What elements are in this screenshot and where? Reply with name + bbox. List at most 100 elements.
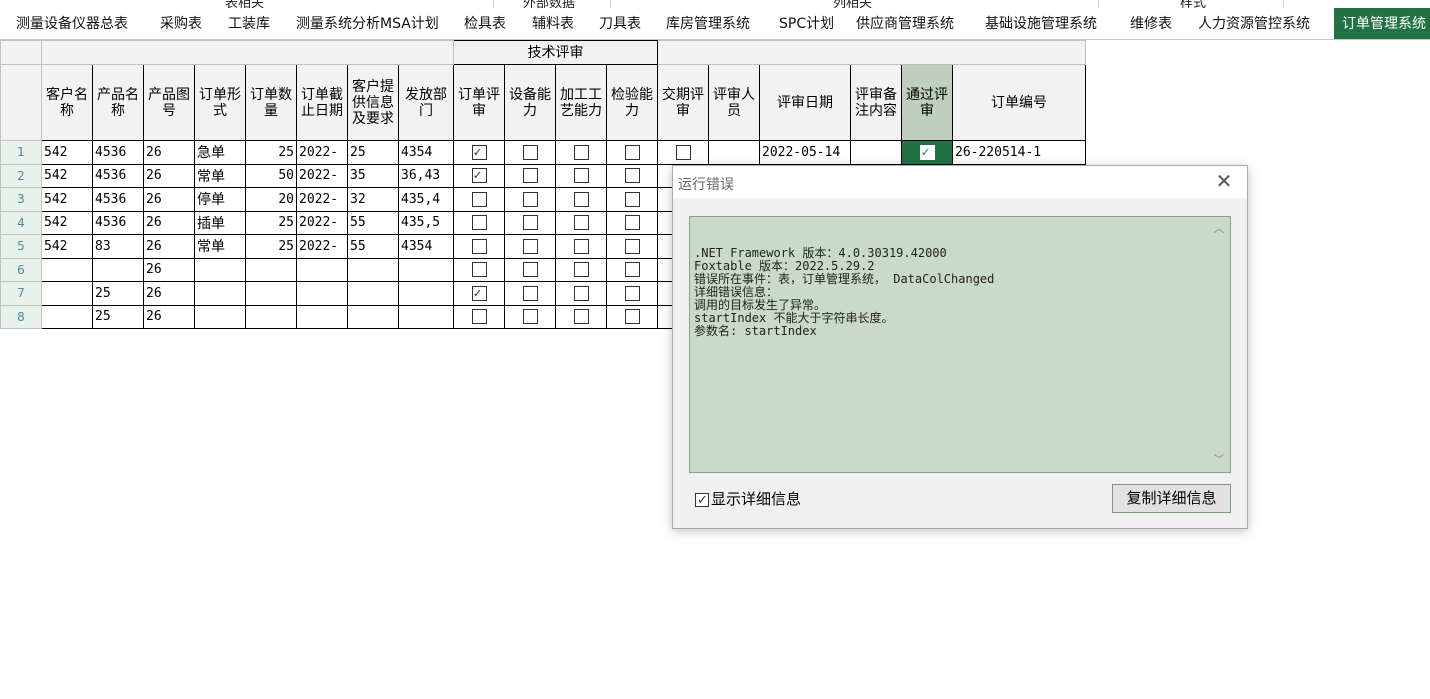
checkbox-icon[interactable] [695,492,709,507]
checkbox-icon[interactable] [471,309,487,325]
cell-equipment-capability[interactable] [504,304,556,329]
cell-order-form[interactable]: 停单 [194,187,246,212]
cell-product-name[interactable]: 4536 [92,210,144,235]
cell-order-form[interactable] [194,304,246,329]
checkbox-icon[interactable] [471,144,487,160]
col-header-process-capability[interactable]: 加工工艺能力 [555,64,607,141]
checkbox-icon[interactable] [624,144,640,160]
checkbox-icon[interactable] [522,309,538,325]
cell-order-qty[interactable]: 25 [245,234,297,259]
col-header-order-form[interactable]: 订单形式 [194,64,246,141]
cell-issue-dept[interactable]: 435,4 [398,187,454,212]
cell-order-qty[interactable] [245,304,297,329]
checkbox-icon[interactable] [573,168,589,184]
cell-product-name[interactable]: 4536 [92,140,144,165]
cell-order-form[interactable]: 常单 [194,163,246,188]
col-header-passed-review[interactable]: 通过评审 [901,64,953,141]
cell-issue-dept[interactable] [398,257,454,282]
cell-order-qty[interactable]: 50 [245,163,297,188]
cell-order-qty[interactable] [245,257,297,282]
cell-equipment-capability[interactable] [504,163,556,188]
cell-process-capability[interactable] [555,281,607,306]
checkbox-icon[interactable] [522,215,538,231]
cell-inspection-capability[interactable] [606,163,658,188]
cell-order-form[interactable] [194,281,246,306]
col-header-review-notes[interactable]: 评审备注内容 [850,64,902,141]
cell-issue-dept[interactable]: 36,43 [398,163,454,188]
checkbox-icon[interactable] [624,309,640,325]
checkbox-icon[interactable] [675,144,691,160]
cell-delivery-review[interactable] [657,140,709,165]
tab-fixture-library[interactable]: 工装库 [220,8,278,39]
row-number[interactable]: 2 [0,163,42,188]
cell-order-review[interactable] [453,210,505,235]
cell-equipment-capability[interactable] [504,281,556,306]
cell-order-review[interactable] [453,140,505,165]
tab-measuring-equipment[interactable]: 测量设备仪器总表 [8,8,136,39]
cell-order-review[interactable] [453,257,505,282]
scroll-down-icon[interactable]: ﹀ [1209,451,1229,469]
row-number[interactable]: 7 [0,281,42,306]
col-header-issue-dept[interactable]: 发放部门 [398,64,454,141]
cell-inspection-capability[interactable] [606,281,658,306]
cell-customer-info[interactable]: 55 [347,234,399,259]
checkbox-icon[interactable] [471,215,487,231]
cell-order-form[interactable]: 急单 [194,140,246,165]
cell-order-no[interactable]: 26-220514-1 [952,140,1086,165]
row-number[interactable]: 1 [0,140,42,165]
col-header-order-no[interactable]: 订单编号 [952,64,1086,141]
checkbox-icon[interactable] [471,238,487,254]
cell-order-form[interactable] [194,257,246,282]
cell-inspection-capability[interactable] [606,210,658,235]
checkbox-icon[interactable] [624,168,640,184]
checkbox-icon[interactable] [573,144,589,160]
cell-order-form[interactable]: 常单 [194,234,246,259]
cell-order-review[interactable] [453,304,505,329]
cell-order-deadline[interactable]: 2022- [296,140,348,165]
cell-product-drawing[interactable]: 26 [143,234,195,259]
cell-inspection-capability[interactable] [606,140,658,165]
cell-issue-dept[interactable] [398,304,454,329]
cell-product-drawing[interactable]: 26 [143,304,195,329]
cell-process-capability[interactable] [555,163,607,188]
cell-equipment-capability[interactable] [504,257,556,282]
cell-order-deadline[interactable] [296,304,348,329]
checkbox-icon[interactable] [522,238,538,254]
col-header-review-date[interactable]: 评审日期 [759,64,851,141]
cell-customer-name[interactable]: 542 [41,210,93,235]
cell-review-date[interactable]: 2022-05-14 [759,140,851,165]
cell-customer-info[interactable]: 55 [347,210,399,235]
cell-order-qty[interactable]: 25 [245,140,297,165]
checkbox-icon[interactable] [624,191,640,207]
copy-detail-button[interactable]: 复制详细信息 [1112,484,1231,513]
cell-process-capability[interactable] [555,140,607,165]
tab-warehouse[interactable]: 库房管理系统 [658,8,758,39]
cell-product-drawing[interactable]: 26 [143,257,195,282]
cell-order-deadline[interactable] [296,257,348,282]
checkbox-icon[interactable] [573,309,589,325]
cell-issue-dept[interactable]: 4354 [398,234,454,259]
cell-process-capability[interactable] [555,234,607,259]
cell-product-drawing[interactable]: 26 [143,281,195,306]
cell-inspection-capability[interactable] [606,304,658,329]
cell-order-form[interactable]: 插单 [194,210,246,235]
cell-order-review[interactable] [453,163,505,188]
tab-purchase[interactable]: 采购表 [152,8,210,39]
cell-customer-info[interactable] [347,257,399,282]
cell-product-drawing[interactable]: 26 [143,163,195,188]
cell-product-drawing[interactable]: 26 [143,140,195,165]
cell-inspection-capability[interactable] [606,234,658,259]
close-icon[interactable]: ✕ [1209,170,1239,194]
cell-review-notes[interactable] [850,140,902,165]
cell-process-capability[interactable] [555,257,607,282]
checkbox-icon[interactable] [471,262,487,278]
cell-issue-dept[interactable]: 435,5 [398,210,454,235]
col-header-order-qty[interactable]: 订单数量 [245,64,297,141]
col-header-customer-info[interactable]: 客户提供信息及要求 [347,64,399,141]
cell-reviewer[interactable] [708,140,760,165]
cell-order-review[interactable] [453,234,505,259]
tab-auxiliary[interactable]: 辅料表 [524,8,582,39]
tab-maintenance[interactable]: 维修表 [1122,8,1180,39]
cell-equipment-capability[interactable] [504,187,556,212]
scroll-up-icon[interactable]: ︿ [1209,220,1229,238]
